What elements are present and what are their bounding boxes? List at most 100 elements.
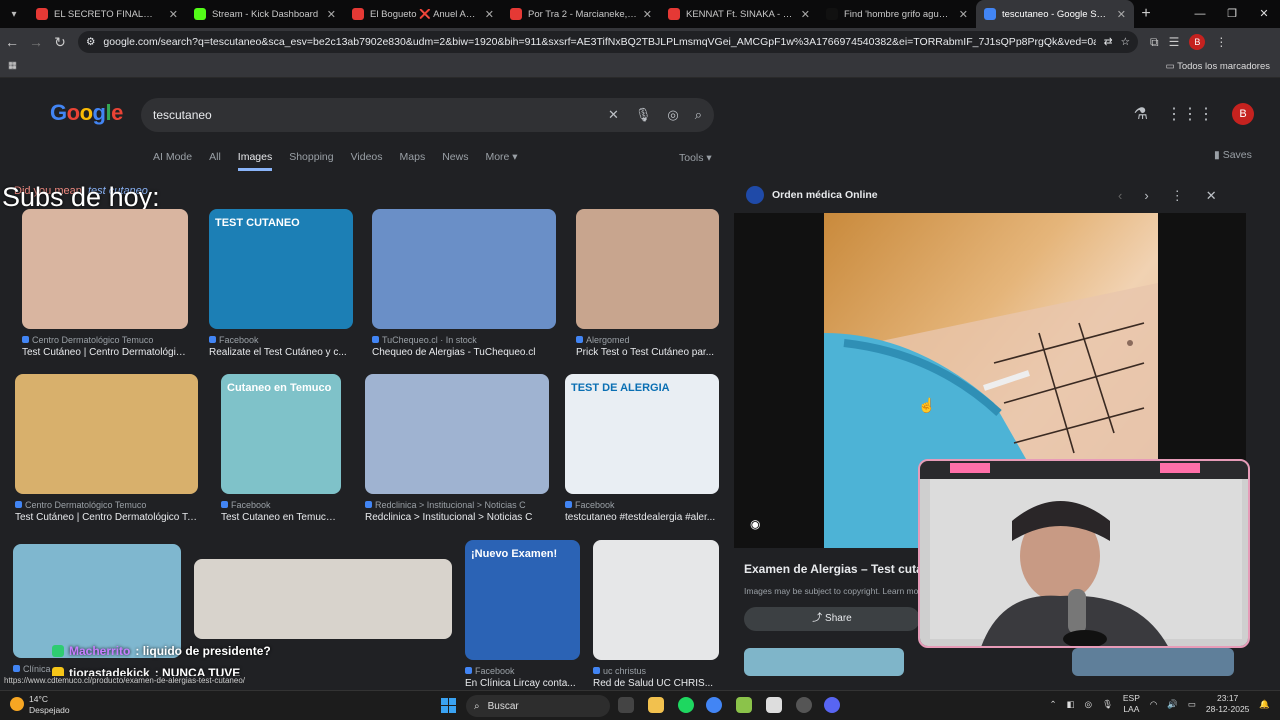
- chrome-icon[interactable]: [706, 697, 722, 713]
- battery-icon[interactable]: ▭: [1188, 699, 1196, 710]
- search-icon[interactable]: ⌕: [695, 107, 702, 123]
- image-result[interactable]: [593, 540, 719, 660]
- image-result[interactable]: [13, 544, 181, 658]
- image-result[interactable]: [22, 209, 188, 329]
- clear-icon[interactable]: ✕: [608, 107, 619, 123]
- result-source[interactable]: Alergomed: [576, 335, 719, 345]
- filter-tab[interactable]: Shopping: [289, 151, 333, 171]
- result-source[interactable]: Centro Dermatológico Temuco: [15, 500, 198, 510]
- tab-close-icon[interactable]: ✕: [643, 8, 652, 21]
- labs-icon[interactable]: ⚗: [1134, 104, 1148, 124]
- mic-icon[interactable]: 🎙: [1102, 699, 1113, 710]
- result-title[interactable]: Test Cutaneo en Temuco ...: [221, 512, 341, 523]
- result-title[interactable]: Test Cutáneo | Centro Dermatológico Te..…: [15, 512, 198, 523]
- google-apps-icon[interactable]: ⋮⋮⋮: [1166, 104, 1214, 124]
- result-source[interactable]: Centro Dermatológico Temuco: [22, 335, 188, 345]
- result-source[interactable]: Facebook: [221, 500, 341, 510]
- filter-tab[interactable]: News: [442, 151, 468, 171]
- filter-tab[interactable]: Images: [237, 151, 273, 171]
- result-source[interactable]: TuChequeo.cl · In stock: [372, 335, 556, 345]
- result-title[interactable]: Realizate el Test Cutáneo y c...: [209, 347, 353, 358]
- start-button[interactable]: [441, 698, 456, 713]
- image-result[interactable]: [576, 209, 719, 329]
- google-logo[interactable]: Google: [50, 100, 123, 126]
- lens-search-icon[interactable]: ◉: [750, 517, 760, 531]
- site-info-icon[interactable]: ⚙: [86, 36, 95, 48]
- preview-source[interactable]: Orden médica Online: [746, 186, 878, 204]
- image-result[interactable]: ¡Nuevo Examen!: [465, 540, 580, 660]
- filter-tab[interactable]: More ▾: [485, 151, 517, 171]
- tab-close-icon[interactable]: ✕: [1117, 8, 1126, 21]
- result-source[interactable]: Facebook: [465, 666, 580, 676]
- result-title[interactable]: Chequeo de Alergias - TuChequeo.cl: [372, 347, 556, 358]
- result-title[interactable]: Prick Test o Test Cutáneo par...: [576, 347, 719, 358]
- file-explorer-icon[interactable]: [648, 697, 664, 713]
- browser-tab[interactable]: KENNAT Ft. SINAKA - KE KE (Vi ✕: [660, 0, 818, 28]
- result-title[interactable]: Red de Salud UC CHRIS...: [593, 678, 719, 689]
- forward-button[interactable]: →: [24, 34, 48, 50]
- browser-tab[interactable]: Stream - Kick Dashboard ✕: [186, 0, 344, 28]
- image-result[interactable]: Cutaneo en Temuco: [221, 374, 341, 494]
- maximize-button[interactable]: ❐: [1216, 0, 1248, 28]
- image-result[interactable]: [194, 559, 452, 639]
- apps-grid-icon[interactable]: ▦: [8, 60, 17, 71]
- location-icon[interactable]: ◎: [1085, 699, 1092, 710]
- tab-search-icon[interactable]: ☰: [1169, 35, 1180, 49]
- filter-tab[interactable]: Maps: [400, 151, 426, 171]
- preview-title[interactable]: Examen de Alergias – Test cután: [744, 562, 920, 576]
- network-icon[interactable]: ◧: [1067, 699, 1075, 710]
- search-box[interactable]: tescutaneo ✕ 🎙 ◎ ⌕: [141, 98, 714, 132]
- bookmark-star-icon[interactable]: ☆: [1121, 36, 1130, 48]
- clock[interactable]: 23:17 28-12-2025: [1206, 693, 1249, 715]
- image-result[interactable]: [372, 209, 556, 329]
- wifi-icon[interactable]: ◠: [1150, 699, 1157, 710]
- obs-icon[interactable]: [796, 697, 812, 713]
- tab-close-icon[interactable]: ✕: [801, 8, 810, 21]
- tools-button[interactable]: Tools ▾: [679, 152, 712, 164]
- browser-tab[interactable]: Find 'hombre grifo agua africa' ✕: [818, 0, 976, 28]
- all-bookmarks[interactable]: ▭ Todos los marcadores: [1166, 61, 1270, 72]
- microphone-icon[interactable]: 🎙: [635, 107, 652, 123]
- image-result[interactable]: TEST DE ALERGIA: [565, 374, 719, 494]
- result-source[interactable]: Redclinica > Institucional > Noticias C: [365, 500, 549, 510]
- app-icon[interactable]: [766, 697, 782, 713]
- tab-search-button[interactable]: ▾: [0, 0, 28, 28]
- minimize-button[interactable]: —: [1184, 0, 1216, 28]
- chevron-up-icon[interactable]: ⌃: [1049, 699, 1056, 710]
- tab-close-icon[interactable]: ✕: [959, 8, 968, 21]
- back-button[interactable]: ←: [0, 34, 24, 50]
- close-window-button[interactable]: ✕: [1248, 0, 1280, 28]
- profile-avatar[interactable]: B: [1189, 34, 1206, 50]
- language-indicator[interactable]: ESP LAA: [1123, 693, 1140, 715]
- more-options-icon[interactable]: ⋮: [1171, 188, 1184, 204]
- lens-icon[interactable]: ◎: [667, 107, 678, 123]
- browser-tab[interactable]: tescutaneo - Google Search ✕: [976, 0, 1134, 28]
- related-thumb[interactable]: [1072, 648, 1234, 676]
- taskbar-search[interactable]: ⌕ Buscar: [466, 695, 610, 717]
- saves-button[interactable]: ▮ Saves: [1214, 149, 1252, 161]
- filter-tab[interactable]: All: [209, 151, 221, 171]
- tab-close-icon[interactable]: ✕: [327, 8, 336, 21]
- browser-tab[interactable]: EL SECRETO FINAL🎭 Capitulo ✕: [28, 0, 186, 28]
- spotify-icon[interactable]: [678, 697, 694, 713]
- result-source[interactable]: Facebook: [565, 500, 719, 510]
- close-icon[interactable]: ✕: [1206, 188, 1217, 204]
- share-button[interactable]: ⤴ Share: [744, 607, 920, 631]
- weather-widget[interactable]: 14°C Despejado: [10, 694, 70, 716]
- discord-icon[interactable]: [824, 697, 840, 713]
- tab-close-icon[interactable]: ✕: [485, 8, 494, 21]
- result-title[interactable]: En Clínica Lircay conta...: [465, 678, 580, 689]
- volume-icon[interactable]: 🔊: [1167, 699, 1178, 710]
- filter-tab[interactable]: Videos: [351, 151, 383, 171]
- related-thumb[interactable]: [744, 648, 904, 676]
- search-input[interactable]: tescutaneo: [153, 108, 592, 122]
- filter-tab[interactable]: AI Mode: [153, 151, 192, 171]
- tab-close-icon[interactable]: ✕: [169, 8, 178, 21]
- browser-tab[interactable]: Por Tra 2 - Marcianeke, SexyQ ✕: [502, 0, 660, 28]
- browser-menu-icon[interactable]: ⋮: [1215, 35, 1227, 49]
- image-result[interactable]: [365, 374, 549, 494]
- chevron-right-icon[interactable]: ›: [1144, 188, 1148, 204]
- translate-icon[interactable]: ⇄: [1104, 36, 1113, 48]
- address-bar[interactable]: ⚙ google.com/search?q=tescutaneo&sca_esv…: [78, 31, 1138, 53]
- app-icon[interactable]: [736, 697, 752, 713]
